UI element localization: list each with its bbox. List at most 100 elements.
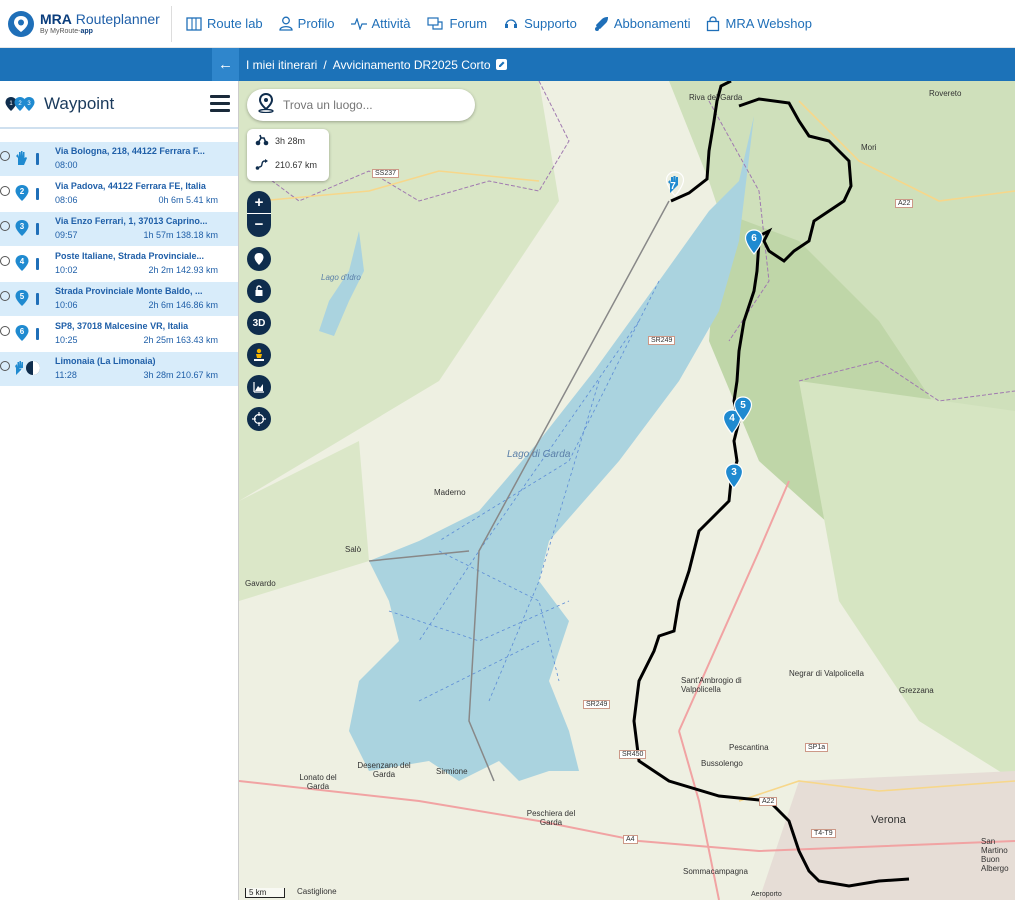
brand-logo-link[interactable]: MRA Routeplanner By MyRoute-app bbox=[0, 5, 172, 42]
nav-supporto[interactable]: Supporto bbox=[503, 16, 577, 32]
waypoint-row[interactable]: 5 Strada Provinciale Monte Baldo, ... 10:0… bbox=[0, 282, 238, 317]
zoom-in-button[interactable]: + bbox=[247, 191, 271, 213]
drag-handle[interactable] bbox=[36, 153, 39, 165]
menu-icon[interactable] bbox=[210, 95, 230, 116]
drag-handle[interactable] bbox=[36, 328, 39, 340]
waypoint-time: 10:06 bbox=[55, 300, 78, 310]
waypoint-duration-distance: 3h 28m 210.67 km bbox=[143, 370, 218, 380]
clock-icon[interactable] bbox=[0, 151, 10, 161]
waypoint-duration-distance: 0h 6m 5.41 km bbox=[158, 195, 218, 205]
breadcrumb: I miei itinerari / Avvicinamento DR2025 … bbox=[246, 48, 507, 81]
waypoint-pin-icon[interactable]: 6 bbox=[14, 324, 30, 347]
mra-logo-icon bbox=[8, 10, 34, 37]
map-place-label: Lonato del Garda bbox=[299, 773, 337, 791]
drag-handle[interactable] bbox=[36, 188, 39, 200]
nav-label: Abbonamenti bbox=[613, 16, 691, 31]
user-icon bbox=[279, 16, 293, 31]
clock-icon[interactable] bbox=[0, 186, 10, 196]
waypoint-name: Strada Provinciale Monte Baldo, ... bbox=[55, 286, 203, 296]
map-marker-label: 5 bbox=[740, 400, 746, 411]
map-place-label: Bussolengo bbox=[701, 759, 743, 768]
motorcycle-icon bbox=[255, 134, 269, 148]
nav-abbonamenti[interactable]: Abbonamenti bbox=[593, 16, 691, 32]
map-waypoint-marker[interactable]: 5 bbox=[733, 396, 753, 422]
waypoint-duration-distance: 1h 57m 138.18 km bbox=[143, 230, 218, 240]
map-place-label: Rovereto bbox=[929, 89, 962, 98]
elevation-chart-icon[interactable] bbox=[247, 375, 271, 399]
nav-route-lab[interactable]: Route lab bbox=[186, 16, 263, 31]
rocket-icon bbox=[593, 16, 609, 32]
waypoint-row[interactable]: 2 Via Padova, 44122 Ferrara FE, Italia 08:… bbox=[0, 177, 238, 212]
map-marker-label: 6 bbox=[751, 233, 757, 244]
nav-label: Profilo bbox=[297, 16, 335, 31]
waypoint-name: Limonaia (La Limonaia) bbox=[55, 356, 156, 366]
waypoint-time: 11:28 bbox=[55, 370, 77, 380]
breadcrumb-parent-link[interactable]: I miei itinerari bbox=[246, 58, 317, 72]
clock-icon[interactable] bbox=[0, 326, 10, 336]
waypoint-row[interactable]: 7 Limonaia (La Limonaia) 11:28 3h 28m 210.6… bbox=[0, 352, 238, 387]
map-waypoint-marker[interactable]: 7 bbox=[665, 171, 685, 197]
zoom-control: + − bbox=[247, 191, 271, 237]
clock-icon[interactable] bbox=[0, 291, 10, 301]
place-search-input[interactable] bbox=[283, 98, 453, 112]
waypoint-row[interactable]: 3 Via Enzo Ferrari, 1, 37013 Caprino... 09… bbox=[0, 212, 238, 247]
map-place-label: Riva del Garda bbox=[689, 93, 743, 102]
edit-icon[interactable] bbox=[495, 59, 507, 70]
map-place-label: Negrar di Valpolicella bbox=[789, 669, 864, 678]
waypoint-name: Via Bologna, 218, 44122 Ferrara F... bbox=[55, 146, 205, 156]
map-waypoint-marker[interactable]: 3 bbox=[724, 463, 744, 489]
nav-attivit-[interactable]: Attività bbox=[350, 16, 411, 31]
waypoint-pin-icon[interactable]: 4 bbox=[14, 254, 30, 277]
location-search-icon bbox=[257, 92, 275, 118]
clock-icon[interactable] bbox=[0, 256, 10, 266]
drag-handle[interactable] bbox=[36, 223, 39, 235]
svg-text:5: 5 bbox=[20, 292, 25, 301]
sidebar-title: Waypoint bbox=[44, 94, 115, 113]
nav-mra-webshop[interactable]: MRA Webshop bbox=[706, 15, 812, 32]
drag-handle[interactable] bbox=[36, 293, 39, 305]
top-navigation: MRA Routeplanner By MyRoute-app Route la… bbox=[0, 0, 1015, 48]
map-place-label: Gavardo bbox=[245, 579, 276, 588]
map-place-label: Desenzano del Garda bbox=[357, 761, 411, 779]
map-icon bbox=[186, 16, 202, 31]
nav-forum[interactable]: Forum bbox=[426, 16, 487, 31]
street-view-icon[interactable] bbox=[247, 343, 271, 367]
lock-icon[interactable] bbox=[247, 279, 271, 303]
map-waypoint-marker[interactable]: 6 bbox=[744, 229, 764, 255]
waypoint-duration-distance: 2h 2m 142.93 km bbox=[148, 265, 218, 275]
sidebar-header: 1 2 3 Waypoint bbox=[0, 81, 238, 129]
map-place-label: Sommacampagna bbox=[683, 867, 748, 876]
waypoint-pin-icon[interactable] bbox=[14, 149, 30, 172]
road-badge: T4-T9 bbox=[811, 829, 836, 838]
clock-icon[interactable] bbox=[0, 361, 10, 371]
brand-subtitle: By MyRoute-app bbox=[40, 28, 93, 35]
waypoint-row[interactable]: 6 SP8, 37018 Malcesine VR, Italia 10:25 2h … bbox=[0, 317, 238, 352]
waypoint-pin-icon[interactable]: 7 bbox=[14, 359, 40, 382]
svg-text:4: 4 bbox=[20, 257, 25, 266]
back-arrow-icon[interactable]: ← bbox=[212, 48, 239, 81]
waypoint-row[interactable]: 4 Poste Italiane, Strada Provinciale... 10… bbox=[0, 247, 238, 282]
waypoint-row[interactable]: Via Bologna, 218, 44122 Ferrara F... 08:0… bbox=[0, 142, 238, 177]
add-waypoint-icon[interactable] bbox=[247, 247, 271, 271]
map-view[interactable]: Riva del Garda Rovereto Mori Lago d'Idro… bbox=[239, 81, 1015, 900]
map-place-label: Lago d'Idro bbox=[321, 273, 361, 282]
nav-profilo[interactable]: Profilo bbox=[279, 16, 335, 31]
clock-icon[interactable] bbox=[0, 221, 10, 231]
map-marker-label: 7 bbox=[670, 181, 676, 192]
chat-icon bbox=[426, 16, 445, 31]
svg-text:2: 2 bbox=[20, 187, 25, 196]
svg-text:6: 6 bbox=[20, 327, 25, 336]
breadcrumb-separator: / bbox=[323, 57, 327, 72]
drag-handle[interactable] bbox=[36, 258, 39, 270]
map-place-label: San Martino Buon Albergo bbox=[981, 837, 1009, 873]
waypoint-name: SP8, 37018 Malcesine VR, Italia bbox=[55, 321, 189, 331]
waypoint-pin-icon[interactable]: 5 bbox=[14, 289, 30, 312]
waypoint-pin-icon[interactable]: 3 bbox=[14, 219, 30, 242]
3d-view-button[interactable]: 3D bbox=[247, 311, 271, 335]
place-search-box bbox=[247, 89, 475, 121]
road-badge: SR249 bbox=[648, 336, 676, 345]
zoom-out-button[interactable]: − bbox=[247, 213, 271, 235]
waypoint-pin-icon[interactable]: 2 bbox=[14, 184, 30, 207]
locate-me-icon[interactable] bbox=[247, 407, 271, 431]
breadcrumb-bar: ← I miei itinerari / Avvicinamento DR202… bbox=[0, 48, 1015, 81]
